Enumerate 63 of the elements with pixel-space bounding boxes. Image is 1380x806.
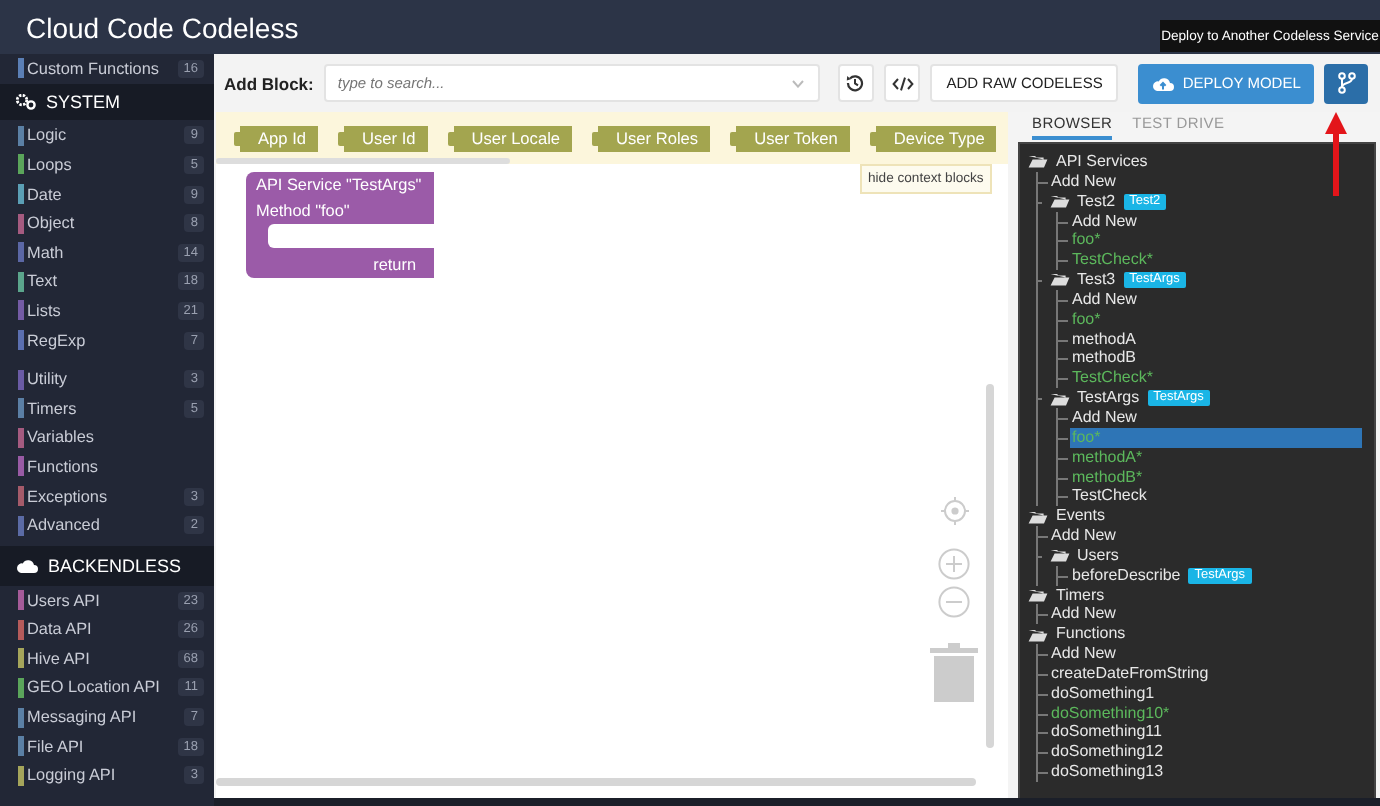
branch-icon [1337,72,1356,94]
folder-icon [1049,391,1069,406]
tree-item[interactable]: createDateFromString [1049,663,1211,684]
tree-folder[interactable]: TestArgs [1075,388,1142,408]
tree-item[interactable]: doSomething11 [1049,722,1164,743]
tree-item[interactable]: Add New [1049,526,1118,546]
section-title: SYSTEM [46,91,121,112]
tree-item[interactable]: methodA [1070,329,1139,349]
section-title: BACKENDLESS [48,555,182,576]
history-button[interactable] [837,64,875,102]
zoom-out-icon[interactable] [938,586,970,618]
cloud-icon [16,557,38,574]
code-icon [891,75,914,91]
tree-item[interactable]: Add New [1049,644,1118,664]
sidebar-item[interactable]: Functions [0,452,214,482]
block-title: API Service "TestArgs" [256,176,424,194]
folder-icon [1028,587,1048,602]
folder-icon [1028,154,1048,169]
tree-item[interactable]: TestCheck* [1070,250,1155,271]
add-block-label: Add Block: [224,73,314,93]
folder-icon [1049,272,1069,287]
pointer-arrow [1324,110,1348,198]
tree-item[interactable]: doSomething12 [1049,742,1166,763]
tree-folder[interactable]: Test3 [1075,270,1118,290]
tree-item[interactable]: methodB [1070,348,1139,369]
tree-item[interactable]: doSomething13 [1049,762,1166,782]
tree-item[interactable]: foo* [1070,230,1103,251]
tree-item[interactable]: Add New [1049,604,1118,625]
tree-item[interactable]: Add New [1070,211,1139,231]
trash-icon[interactable] [930,642,978,702]
tree-item[interactable]: beforeDescribe [1070,565,1183,586]
tree-item[interactable]: methodB* [1070,467,1145,487]
sidebar-item[interactable]: Variables [0,423,214,453]
zoom-in-icon[interactable] [938,548,970,580]
deploy-to-service-button[interactable] [1324,63,1368,103]
tree-folder[interactable]: Timers [1054,585,1107,605]
tree-item[interactable]: methodA* [1070,447,1145,467]
folder-icon [1028,509,1048,524]
folder-icon [1049,548,1069,563]
tree-item[interactable]: TestCheck [1070,486,1149,507]
tree-item[interactable]: Add New [1070,407,1139,428]
tree-folder[interactable]: Test2 [1075,191,1118,211]
app-title: Cloud Code Codeless [26,11,299,43]
tree-item[interactable]: doSomething1 [1049,683,1157,704]
tree-folder[interactable]: Events [1054,506,1107,526]
block-method: Method "foo" [256,202,352,220]
gears-icon [16,93,36,110]
tree-item[interactable]: doSomething10* [1049,703,1172,723]
recenter-icon[interactable] [939,496,969,526]
tree-item[interactable]: Add New [1049,171,1118,192]
folder-icon [1028,627,1048,642]
tree-item[interactable]: TestCheck* [1070,368,1155,389]
folder-icon [1049,194,1069,209]
tree-folder[interactable]: API Services [1054,152,1150,172]
tree-item[interactable]: foo* [1070,309,1103,330]
history-icon [846,74,865,92]
block-return-label: return [373,256,416,274]
chevron-icon [791,80,804,88]
code-button[interactable] [884,64,921,102]
tree-folder[interactable]: Users [1075,545,1121,566]
cloud-upload-icon [1152,75,1175,91]
tree-item[interactable]: Add New [1070,289,1139,310]
tree-folder[interactable]: Functions [1054,624,1128,645]
